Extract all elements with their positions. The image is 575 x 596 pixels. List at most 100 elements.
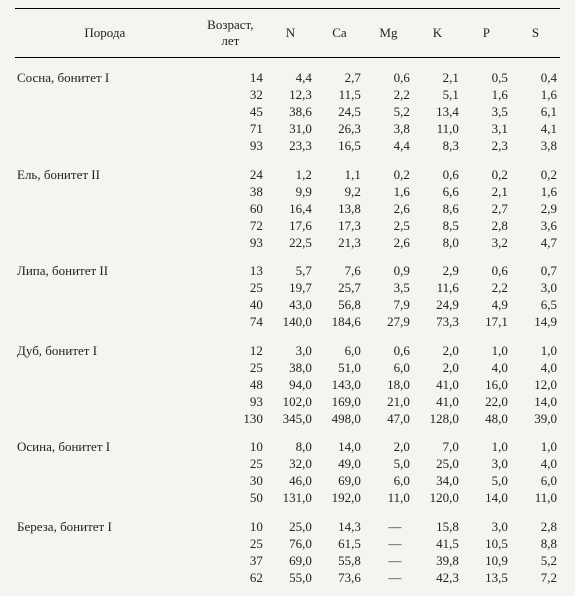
age-cell: 12 [195, 331, 266, 360]
age-cell: 38 [195, 183, 266, 200]
value-cell: 2,2 [462, 280, 511, 297]
value-cell: 3,8 [511, 138, 560, 155]
value-cell: 14,0 [462, 490, 511, 507]
col-age: Возраст, лет [195, 9, 266, 58]
value-cell: 0,6 [462, 251, 511, 280]
value-cell: 2,6 [364, 234, 413, 251]
value-cell: 1,6 [511, 183, 560, 200]
species-cell: Береза, бонитет I [15, 507, 195, 536]
table-row: 4538,624,55,213,43,56,1 [15, 104, 560, 121]
value-cell: 8,0 [413, 234, 462, 251]
age-cell: 130 [195, 410, 266, 427]
value-cell: 49,0 [315, 456, 364, 473]
species-cell [15, 280, 195, 297]
species-cell [15, 376, 195, 393]
value-cell: 25,7 [315, 280, 364, 297]
value-cell: 2,0 [413, 359, 462, 376]
table-row: 7131,026,33,811,03,14,1 [15, 121, 560, 138]
value-cell: 128,0 [413, 410, 462, 427]
species-cell [15, 217, 195, 234]
age-cell: 32 [195, 87, 266, 104]
value-cell: 13,5 [462, 569, 511, 586]
value-cell: 22,5 [266, 234, 315, 251]
species-cell: Ель, бонитет II [15, 155, 195, 184]
value-cell: 2,0 [364, 427, 413, 456]
species-cell [15, 569, 195, 586]
value-cell: 1,6 [462, 87, 511, 104]
value-cell: 5,0 [364, 456, 413, 473]
header-row: Порода Возраст, лет N Ca Mg K P S [15, 9, 560, 58]
age-cell: 93 [195, 393, 266, 410]
value-cell: 21,0 [364, 393, 413, 410]
value-cell: 1,2 [266, 155, 315, 184]
value-cell: 7,0 [413, 427, 462, 456]
value-cell: 26,3 [315, 121, 364, 138]
species-cell: Дуб, бонитет I [15, 331, 195, 360]
value-cell: 17,1 [462, 314, 511, 331]
value-cell: 169,0 [315, 393, 364, 410]
value-cell: 0,2 [462, 155, 511, 184]
species-cell [15, 490, 195, 507]
value-cell: 2,7 [462, 200, 511, 217]
value-cell: 39,0 [511, 410, 560, 427]
species-cell [15, 410, 195, 427]
table-row: 2576,061,5—41,510,58,8 [15, 535, 560, 552]
value-cell: 14,0 [511, 393, 560, 410]
value-cell: 7,9 [364, 297, 413, 314]
value-cell: 345,0 [266, 410, 315, 427]
value-cell: 25,0 [266, 507, 315, 536]
species-cell [15, 138, 195, 155]
value-cell: 14,9 [511, 314, 560, 331]
value-cell: 4,0 [511, 359, 560, 376]
value-cell: 0,5 [462, 58, 511, 87]
value-cell: 3,8 [364, 121, 413, 138]
value-cell: 1,0 [462, 427, 511, 456]
value-cell: 0,7 [511, 251, 560, 280]
species-cell [15, 535, 195, 552]
value-cell: 17,6 [266, 217, 315, 234]
col-mg: Mg [364, 9, 413, 58]
value-cell: 1,6 [364, 183, 413, 200]
table-row: Липа, бонитет II135,77,60,92,90,60,7 [15, 251, 560, 280]
value-cell: 8,6 [413, 200, 462, 217]
table-row: 3769,055,8—39,810,95,2 [15, 552, 560, 569]
value-cell: 0,4 [511, 58, 560, 87]
species-cell [15, 121, 195, 138]
value-cell: 2,1 [413, 58, 462, 87]
species-cell: Липа, бонитет II [15, 251, 195, 280]
age-cell: 10 [195, 427, 266, 456]
value-cell: 2,5 [364, 217, 413, 234]
species-cell [15, 104, 195, 121]
value-cell: 24,5 [315, 104, 364, 121]
value-cell: 2,9 [413, 251, 462, 280]
value-cell: 4,7 [511, 234, 560, 251]
age-cell: 30 [195, 473, 266, 490]
value-cell: 41,5 [413, 535, 462, 552]
value-cell: 34,0 [413, 473, 462, 490]
value-cell: 14,0 [315, 427, 364, 456]
value-cell: 2,6 [364, 200, 413, 217]
value-cell: 24,9 [413, 297, 462, 314]
value-cell: 12,0 [511, 376, 560, 393]
value-cell: 2,8 [511, 507, 560, 536]
species-cell [15, 234, 195, 251]
value-cell: 61,5 [315, 535, 364, 552]
value-cell: 120,0 [413, 490, 462, 507]
value-cell: 14,3 [315, 507, 364, 536]
value-cell: 11,0 [413, 121, 462, 138]
value-cell: 102,0 [266, 393, 315, 410]
species-cell [15, 314, 195, 331]
value-cell: 19,7 [266, 280, 315, 297]
col-ca: Ca [315, 9, 364, 58]
value-cell: — [364, 507, 413, 536]
value-cell: 2,1 [462, 183, 511, 200]
species-cell [15, 359, 195, 376]
value-cell: 16,4 [266, 200, 315, 217]
value-cell: 46,0 [266, 473, 315, 490]
value-cell: 6,0 [364, 473, 413, 490]
value-cell: 8,3 [413, 138, 462, 155]
age-cell: 13 [195, 251, 266, 280]
value-cell: 38,6 [266, 104, 315, 121]
value-cell: — [364, 569, 413, 586]
value-cell: 7,2 [511, 569, 560, 586]
